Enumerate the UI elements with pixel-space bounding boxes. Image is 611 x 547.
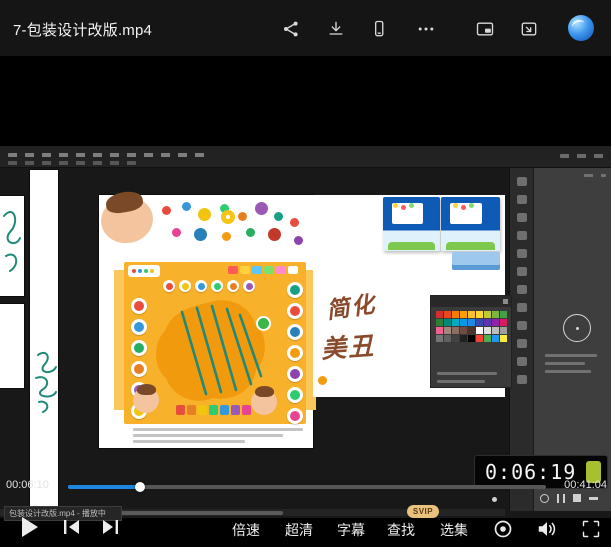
package-footer-textline <box>133 440 245 443</box>
ring-toy-icon <box>221 210 235 224</box>
timer-stop-icon <box>573 494 581 502</box>
product-box-photo-2 <box>441 197 500 251</box>
progress-knob[interactable] <box>135 482 145 492</box>
left-artboard-tall <box>30 170 58 511</box>
baby-photo-bottom-left <box>133 387 159 413</box>
package-center-blob-graphic <box>152 296 270 408</box>
mobile-device-icon[interactable] <box>367 17 391 41</box>
toy-collage <box>162 206 171 215</box>
miniplayer-icon[interactable] <box>517 17 541 41</box>
product-box-photo-1 <box>383 197 440 251</box>
baby-photo-bottom-right <box>251 389 277 415</box>
package-footer-textline <box>133 434 283 437</box>
package-logo <box>128 265 160 277</box>
swatches-panel-header <box>431 296 511 307</box>
share-icon[interactable] <box>279 17 303 41</box>
package-title-text <box>228 266 238 274</box>
volume-icon[interactable] <box>536 519 558 544</box>
ring-icon[interactable] <box>493 519 513 544</box>
svip-badge: SVIP <box>407 505 439 518</box>
progress-bar[interactable] <box>68 485 546 489</box>
handwritten-note-2: 美丑 <box>320 326 376 366</box>
close-icon <box>503 299 508 304</box>
quality-button[interactable]: 超清 <box>285 520 313 540</box>
orange-mark <box>318 376 327 385</box>
video-title: 7-包装设计改版.mp4 <box>13 19 152 40</box>
swatches-panel <box>430 295 512 388</box>
green-age-badge <box>256 316 271 331</box>
next-episode-button[interactable] <box>100 519 120 540</box>
swatches-grid <box>436 311 508 342</box>
episodes-button[interactable]: 选集 <box>440 520 468 540</box>
handwritten-note-1: 简化 <box>324 285 378 326</box>
timer-dot-icon <box>492 497 497 502</box>
avatar[interactable] <box>568 15 594 41</box>
product-box-photo-3 <box>452 252 500 270</box>
timer-reset-icon <box>540 494 549 503</box>
video-player-window: 7-包装设计改版.mp4 <box>0 0 611 547</box>
duration-label: 00:41:04 <box>549 479 607 491</box>
progress-played <box>68 485 140 489</box>
package-footer-textline <box>133 428 303 431</box>
left-artboard-2 <box>0 304 24 388</box>
more-options-icon[interactable] <box>414 17 438 41</box>
video-display-area[interactable]: 简化 美丑 0:06:19 包装 <box>0 56 611 471</box>
previous-episode-button[interactable] <box>62 519 82 540</box>
timer-minimize-icon <box>589 497 598 500</box>
download-icon[interactable] <box>324 17 348 41</box>
fullscreen-icon[interactable] <box>581 519 601 544</box>
left-artboard-1 <box>0 196 24 296</box>
dieline-flap-left <box>114 270 124 410</box>
package-rainbow-letters <box>176 405 185 415</box>
sticker-column-right <box>283 282 307 429</box>
brush-cursor-preview <box>563 314 591 342</box>
pip-icon[interactable] <box>473 17 497 41</box>
current-time-label: 00:06:10 <box>6 479 49 491</box>
play-button[interactable] <box>22 517 38 537</box>
window-titlebar: 7-包装设计改版.mp4 <box>0 0 611 56</box>
design-app-menubar <box>0 146 611 168</box>
speed-button[interactable]: 倍速 <box>232 520 260 540</box>
subtitles-button[interactable]: 字幕 <box>337 520 365 540</box>
timer-pause-icon <box>557 494 565 503</box>
package-top-icons <box>163 280 255 292</box>
find-button[interactable]: 查找 <box>387 520 415 540</box>
toolstrip-icons <box>510 177 533 384</box>
